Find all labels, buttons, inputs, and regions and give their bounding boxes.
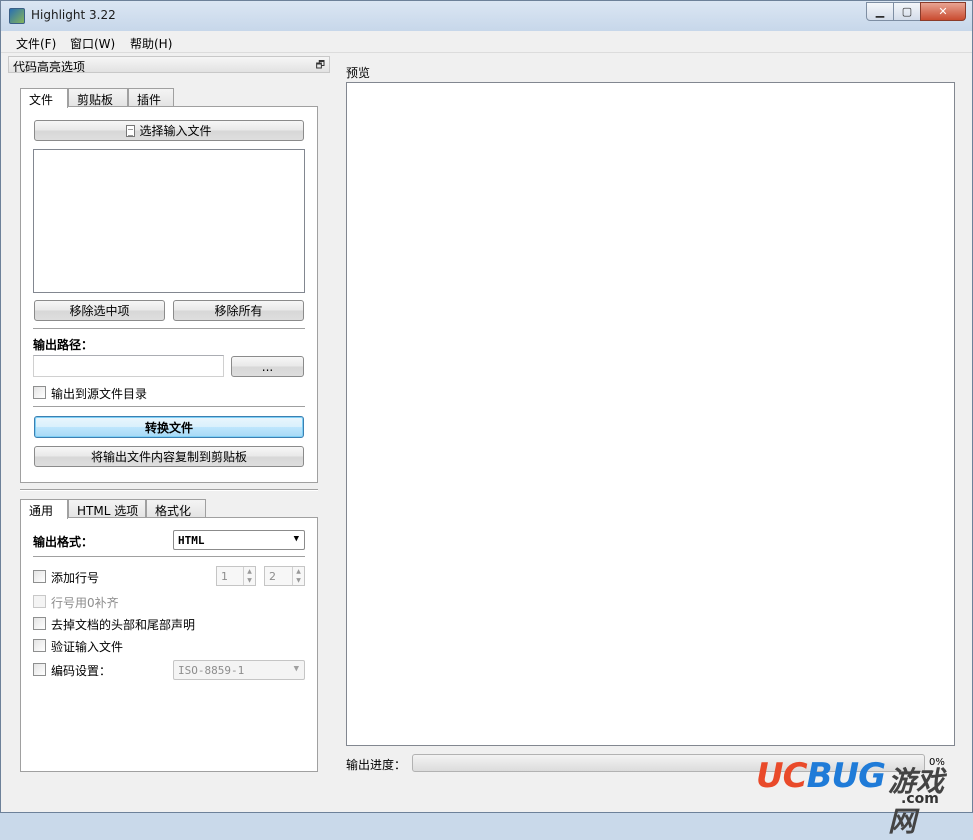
options-dock-header[interactable]: 代码高亮选项 🗗: [8, 56, 330, 75]
line-start-value: 1: [221, 570, 228, 583]
watermark-brand-a: UC: [756, 756, 808, 796]
dock-float-icon[interactable]: 🗗: [316, 58, 325, 75]
watermark-brand: UCBUG: [756, 756, 886, 796]
watermark-brand-b: BUG: [806, 756, 886, 796]
remove-selected-button[interactable]: 移除选中项: [34, 300, 165, 321]
spin-up-icon: ▲: [247, 568, 252, 575]
watermark-domain: .com: [901, 791, 939, 807]
tab-formatting[interactable]: 格式化: [146, 499, 206, 518]
encoding-value: ISO-8859-1: [178, 664, 245, 677]
divider: [33, 406, 305, 408]
tab-plugins[interactable]: 插件: [128, 88, 174, 107]
menu-file[interactable]: 文件(F): [16, 35, 56, 52]
app-icon: [9, 8, 25, 24]
pad-zero-label: 行号用0补齐: [51, 596, 119, 610]
tab-file[interactable]: 文件: [20, 88, 68, 108]
spin-down-icon: ▼: [247, 577, 252, 584]
remove-header-label: 去掉文档的头部和尾部声明: [51, 618, 196, 632]
watermark-logo: UCBUG 游戏网 .com: [756, 756, 971, 838]
caption-buttons: ▁ ▢ ✕: [866, 2, 966, 21]
output-to-source-checkbox[interactable]: [33, 386, 46, 399]
file-tab-panel: 选择输入文件 移除选中项 移除所有 输出路径： ... 输出到源文件目录 转换文…: [20, 106, 318, 483]
menu-bar: 文件(F) 窗口(W) 帮助(H): [1, 31, 972, 53]
divider: [33, 328, 305, 330]
dropdown-arrow-icon: ▼: [293, 664, 299, 674]
select-input-file-button[interactable]: 选择输入文件: [34, 120, 304, 141]
spin-down-icon: ▼: [296, 577, 301, 584]
output-progress-label: 输出进度：: [346, 758, 407, 772]
menu-help[interactable]: 帮助(H): [130, 35, 172, 52]
tab-general[interactable]: 通用: [20, 499, 68, 519]
dropdown-arrow-icon: ▼: [293, 534, 299, 544]
output-format-label: 输出格式：: [33, 535, 94, 549]
encoding-label: 编码设置：: [51, 664, 112, 678]
select-input-file-label: 选择输入文件: [139, 124, 212, 138]
validate-input-label: 验证输入文件: [51, 640, 124, 654]
spin-buttons[interactable]: ▲ ▼: [292, 567, 304, 585]
output-path-label: 输出路径：: [33, 338, 94, 352]
main-window: Highlight 3.22 ▁ ▢ ✕ 文件(F) 窗口(W) 帮助(H) 代…: [0, 0, 973, 838]
input-file-list[interactable]: [33, 149, 305, 293]
validate-input-checkbox[interactable]: [33, 639, 46, 652]
output-path-input[interactable]: [33, 355, 224, 377]
dock-title: 代码高亮选项: [13, 60, 86, 74]
encoding-select[interactable]: ISO-8859-1 ▼: [173, 660, 305, 680]
divider: [33, 556, 305, 558]
general-tab-panel: 输出格式： HTML ▼ 添加行号 1 ▲ ▼ 2 ▲ ▼ 行号用0补齐 去掉文档的…: [20, 517, 318, 772]
add-line-numbers-label: 添加行号: [51, 571, 100, 585]
output-to-source-label: 输出到源文件目录: [51, 387, 148, 401]
add-line-numbers-checkbox[interactable]: [33, 570, 46, 583]
line-width-value: 2: [269, 570, 276, 583]
pad-zero-checkbox[interactable]: [33, 595, 46, 608]
line-start-spinbox[interactable]: 1 ▲ ▼: [216, 566, 256, 586]
output-format-value: HTML: [178, 534, 205, 547]
minimize-button[interactable]: ▁: [866, 2, 894, 21]
remove-header-checkbox[interactable]: [33, 617, 46, 630]
copy-to-clipboard-button[interactable]: 将输出文件内容复制到剪贴板: [34, 446, 304, 467]
menu-window[interactable]: 窗口(W): [70, 35, 115, 52]
spin-buttons[interactable]: ▲ ▼: [243, 567, 255, 585]
line-width-spinbox[interactable]: 2 ▲ ▼: [264, 566, 305, 586]
encoding-checkbox[interactable]: [33, 663, 46, 676]
preview-label: 预览: [346, 66, 371, 80]
top-tabbar: 文件 剪贴板 插件: [20, 88, 318, 108]
spin-up-icon: ▲: [296, 568, 301, 575]
preview-pane[interactable]: [346, 82, 955, 746]
document-icon: [126, 124, 136, 137]
section-splitter[interactable]: [20, 489, 318, 491]
remove-all-button[interactable]: 移除所有: [173, 300, 304, 321]
close-button[interactable]: ✕: [920, 2, 966, 21]
title-bar[interactable]: Highlight 3.22 ▁ ▢ ✕: [1, 1, 972, 31]
bottom-tabbar: 通用 HTML 选项 格式化: [20, 499, 318, 519]
browse-button[interactable]: ...: [231, 356, 304, 377]
maximize-button[interactable]: ▢: [893, 2, 921, 21]
tab-html-options[interactable]: HTML 选项: [68, 499, 146, 518]
window-title: Highlight 3.22: [31, 8, 116, 22]
convert-files-button[interactable]: 转换文件: [34, 416, 304, 438]
tab-clipboard[interactable]: 剪贴板: [68, 88, 128, 107]
output-format-select[interactable]: HTML ▼: [173, 530, 305, 550]
